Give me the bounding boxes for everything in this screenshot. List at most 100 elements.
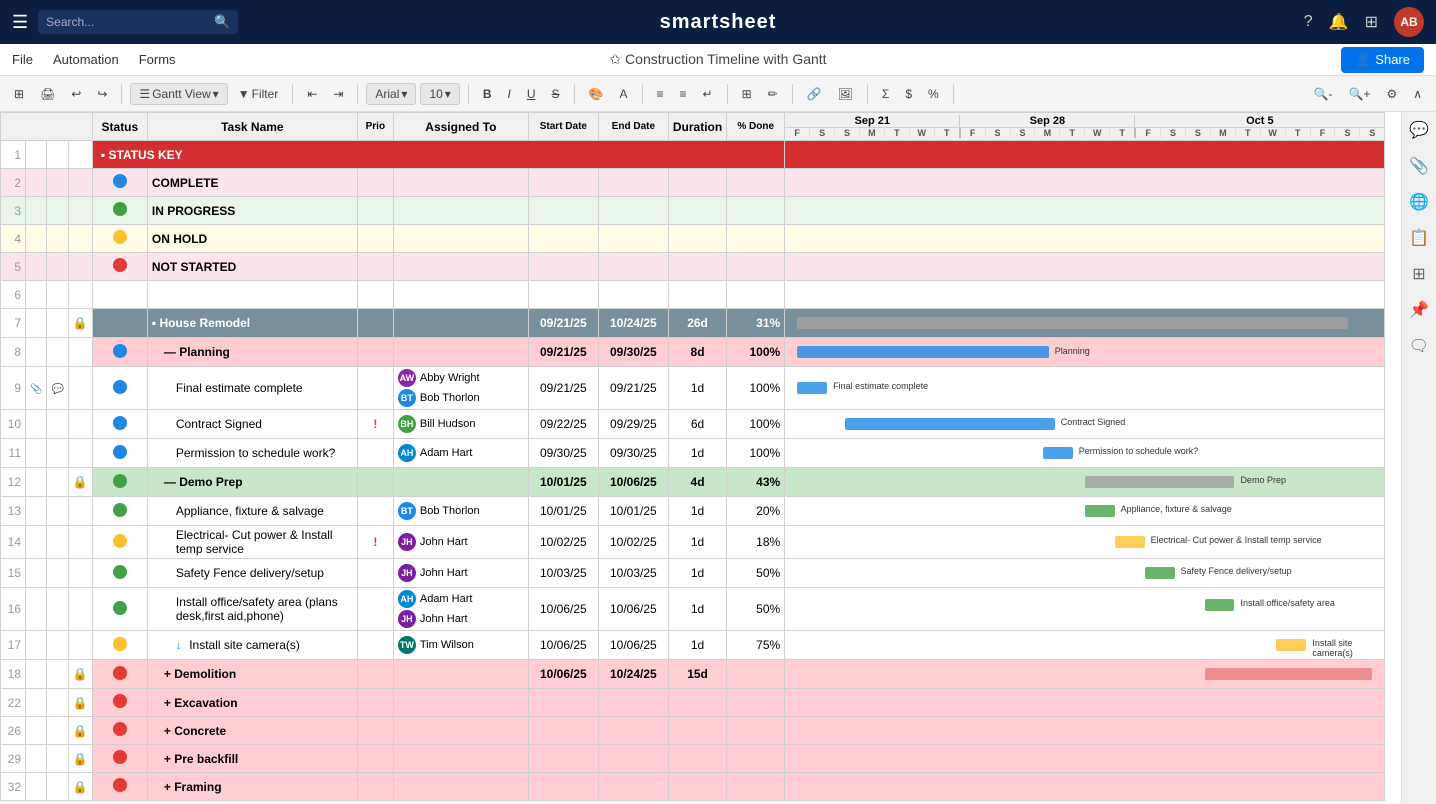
status-dot bbox=[113, 778, 127, 792]
strike-btn[interactable]: S bbox=[546, 84, 566, 104]
table-row: 29 🔒 + Pre backfill bbox=[1, 745, 1385, 773]
gantt-cell-8: Planning bbox=[785, 338, 1385, 367]
outdent-btn[interactable]: ⇥ bbox=[327, 84, 349, 104]
arrow-down-icon: ↓ bbox=[176, 638, 182, 652]
table-row: 9 📎 💬 Final estimate complete AW Abby Wr… bbox=[1, 367, 1385, 410]
sep4 bbox=[468, 84, 469, 104]
zoom-in-btn[interactable]: 🔍+ bbox=[1342, 84, 1376, 104]
fill-color-btn[interactable]: 🎨 bbox=[583, 84, 610, 104]
formula-btn[interactable]: Σ bbox=[876, 84, 895, 104]
table-row: 17 ↓ Install site camera(s) TW Tim Wilso… bbox=[1, 631, 1385, 660]
status-dot bbox=[113, 202, 127, 216]
right-panel-pin-icon[interactable]: 📌 bbox=[1409, 300, 1429, 320]
right-panel-chat-icon[interactable]: 🗨 bbox=[1409, 336, 1429, 356]
assign-avatar: BT bbox=[398, 389, 416, 407]
assign-name: John Hart bbox=[420, 613, 468, 625]
status-key-cell: ▪ STATUS KEY bbox=[92, 141, 784, 169]
avatar[interactable]: AB bbox=[1394, 7, 1424, 37]
menu-automation[interactable]: Automation bbox=[53, 52, 119, 67]
zoom-out-btn[interactable]: 🔍- bbox=[1308, 84, 1339, 104]
sep7 bbox=[727, 84, 728, 104]
hamburger-menu[interactable]: ☰ bbox=[12, 12, 28, 33]
menu-forms[interactable]: Forms bbox=[139, 52, 176, 67]
table-row: 15 Safety Fence delivery/setup JH John H… bbox=[1, 559, 1385, 588]
task-name-header: Task Name bbox=[147, 113, 357, 141]
table-view-btn[interactable]: ⊞ bbox=[736, 84, 758, 104]
gantt-cell-10: Contract Signed bbox=[785, 410, 1385, 439]
image-btn[interactable]: 🖼 bbox=[832, 84, 859, 104]
grid-view-btn[interactable]: ⊞ bbox=[8, 84, 30, 104]
notification-icon[interactable]: 🔔 bbox=[1329, 12, 1349, 32]
right-panel-grid-icon[interactable]: ⊞ bbox=[1412, 264, 1425, 284]
filter-btn[interactable]: ▼ Filter bbox=[232, 84, 285, 104]
status-dot bbox=[113, 694, 127, 708]
week-sep21: Sep 21 bbox=[785, 115, 960, 127]
row-num: 1 bbox=[1, 141, 26, 169]
gantt-cell-12: Demo Prep bbox=[785, 468, 1385, 497]
table-row: 32 🔒 + Framing bbox=[1, 773, 1385, 801]
align-center-btn[interactable]: ≡ bbox=[674, 84, 693, 104]
expand-icon: ▪ bbox=[152, 316, 156, 330]
assign-avatar: AW bbox=[398, 369, 416, 387]
assigned-to-header: Assigned To bbox=[393, 113, 528, 141]
sheet-area[interactable]: Status Task Name Prio Assigned To Start … bbox=[0, 112, 1401, 804]
collapse-btn[interactable]: ∧ bbox=[1407, 84, 1428, 104]
settings-btn[interactable]: ⚙ bbox=[1380, 84, 1403, 104]
gantt-cell-14: Electrical- Cut power & Install temp ser… bbox=[785, 526, 1385, 559]
font-size-btn[interactable]: 10 ▾ bbox=[420, 83, 459, 105]
table-row: 13 Appliance, fixture & salvage BT Bob T… bbox=[1, 497, 1385, 526]
page-title: ✩ Construction Timeline with Gantt bbox=[609, 51, 826, 68]
grid-icon[interactable]: ⊞ bbox=[1365, 12, 1378, 32]
assign-chip: AW Abby Wright bbox=[398, 369, 524, 387]
text-color-btn[interactable]: A bbox=[613, 84, 633, 104]
wrap-btn[interactable]: ↵ bbox=[697, 84, 719, 104]
underline-btn[interactable]: U bbox=[521, 84, 542, 104]
indent-btn[interactable]: ⇤ bbox=[301, 84, 323, 104]
gantt-cell-17: Install site camera(s) bbox=[785, 631, 1385, 660]
print-btn[interactable]: 🖨 bbox=[34, 84, 61, 104]
assign-chip: BT Bob Thorlon bbox=[398, 389, 524, 407]
gantt-cell-15: Safety Fence delivery/setup bbox=[785, 559, 1385, 588]
assign-name: Adam Hart bbox=[420, 447, 473, 459]
right-panel-world-icon[interactable]: 🌐 bbox=[1409, 192, 1429, 212]
table-row: 16 Install office/safety area (plans des… bbox=[1, 588, 1385, 631]
redo-btn[interactable]: ↪ bbox=[91, 84, 113, 104]
gantt-cell-13: Appliance, fixture & salvage bbox=[785, 497, 1385, 526]
start-date-header: Start Date bbox=[528, 113, 598, 141]
gantt-view-btn[interactable]: ☰ Gantt View ▾ bbox=[130, 83, 227, 105]
font-btn[interactable]: Arial ▾ bbox=[366, 83, 416, 105]
highlight-btn[interactable]: ✏ bbox=[762, 84, 784, 104]
right-panel-attach-icon[interactable]: 📎 bbox=[1409, 156, 1429, 176]
pct-btn[interactable]: % bbox=[922, 84, 945, 104]
toolbar: ⊞ 🖨 ↩ ↪ ☰ Gantt View ▾ ▼ Filter ⇤ ⇥ Aria… bbox=[0, 76, 1436, 112]
status-dot bbox=[113, 474, 127, 488]
gantt-table: Status Task Name Prio Assigned To Start … bbox=[0, 112, 1385, 801]
search-box[interactable]: 🔍 bbox=[38, 10, 238, 34]
table-row: 7 🔒 ▪ House Remodel 09/21/25 10/24/25 26… bbox=[1, 309, 1385, 338]
assign-name: Tim Wilson bbox=[420, 639, 474, 651]
share-button[interactable]: 👤 Share bbox=[1341, 47, 1424, 73]
link-btn[interactable]: 🔗 bbox=[801, 84, 828, 104]
table-row: 6 bbox=[1, 281, 1385, 309]
right-panel-sheet-icon[interactable]: 📋 bbox=[1409, 228, 1429, 248]
assign-avatar: JH bbox=[398, 610, 416, 628]
right-panel-comments-icon[interactable]: 💬 bbox=[1409, 120, 1429, 140]
bold-btn[interactable]: B bbox=[477, 84, 498, 104]
search-input[interactable] bbox=[46, 15, 214, 29]
menu-bar: File Automation Forms ✩ Construction Tim… bbox=[0, 44, 1436, 76]
brand-logo: smartsheet bbox=[660, 11, 777, 34]
gantt-cell-16: Install office/safety area bbox=[785, 588, 1385, 631]
gantt-cell-9: Final estimate complete bbox=[785, 367, 1385, 410]
italic-btn[interactable]: I bbox=[502, 84, 517, 104]
assign-avatar: BT bbox=[398, 502, 416, 520]
align-left-btn[interactable]: ≡ bbox=[651, 84, 670, 104]
help-icon[interactable]: ? bbox=[1304, 13, 1313, 31]
assign-name: Adam Hart bbox=[420, 593, 473, 605]
menu-file[interactable]: File bbox=[12, 52, 33, 67]
assign-name: Bob Thorlon bbox=[420, 392, 480, 404]
currency-btn[interactable]: $ bbox=[899, 84, 918, 104]
assign-name: Bob Thorlon bbox=[420, 505, 480, 517]
row-meta-header bbox=[1, 113, 93, 141]
assign-avatar: TW bbox=[398, 636, 416, 654]
undo-btn[interactable]: ↩ bbox=[65, 84, 87, 104]
